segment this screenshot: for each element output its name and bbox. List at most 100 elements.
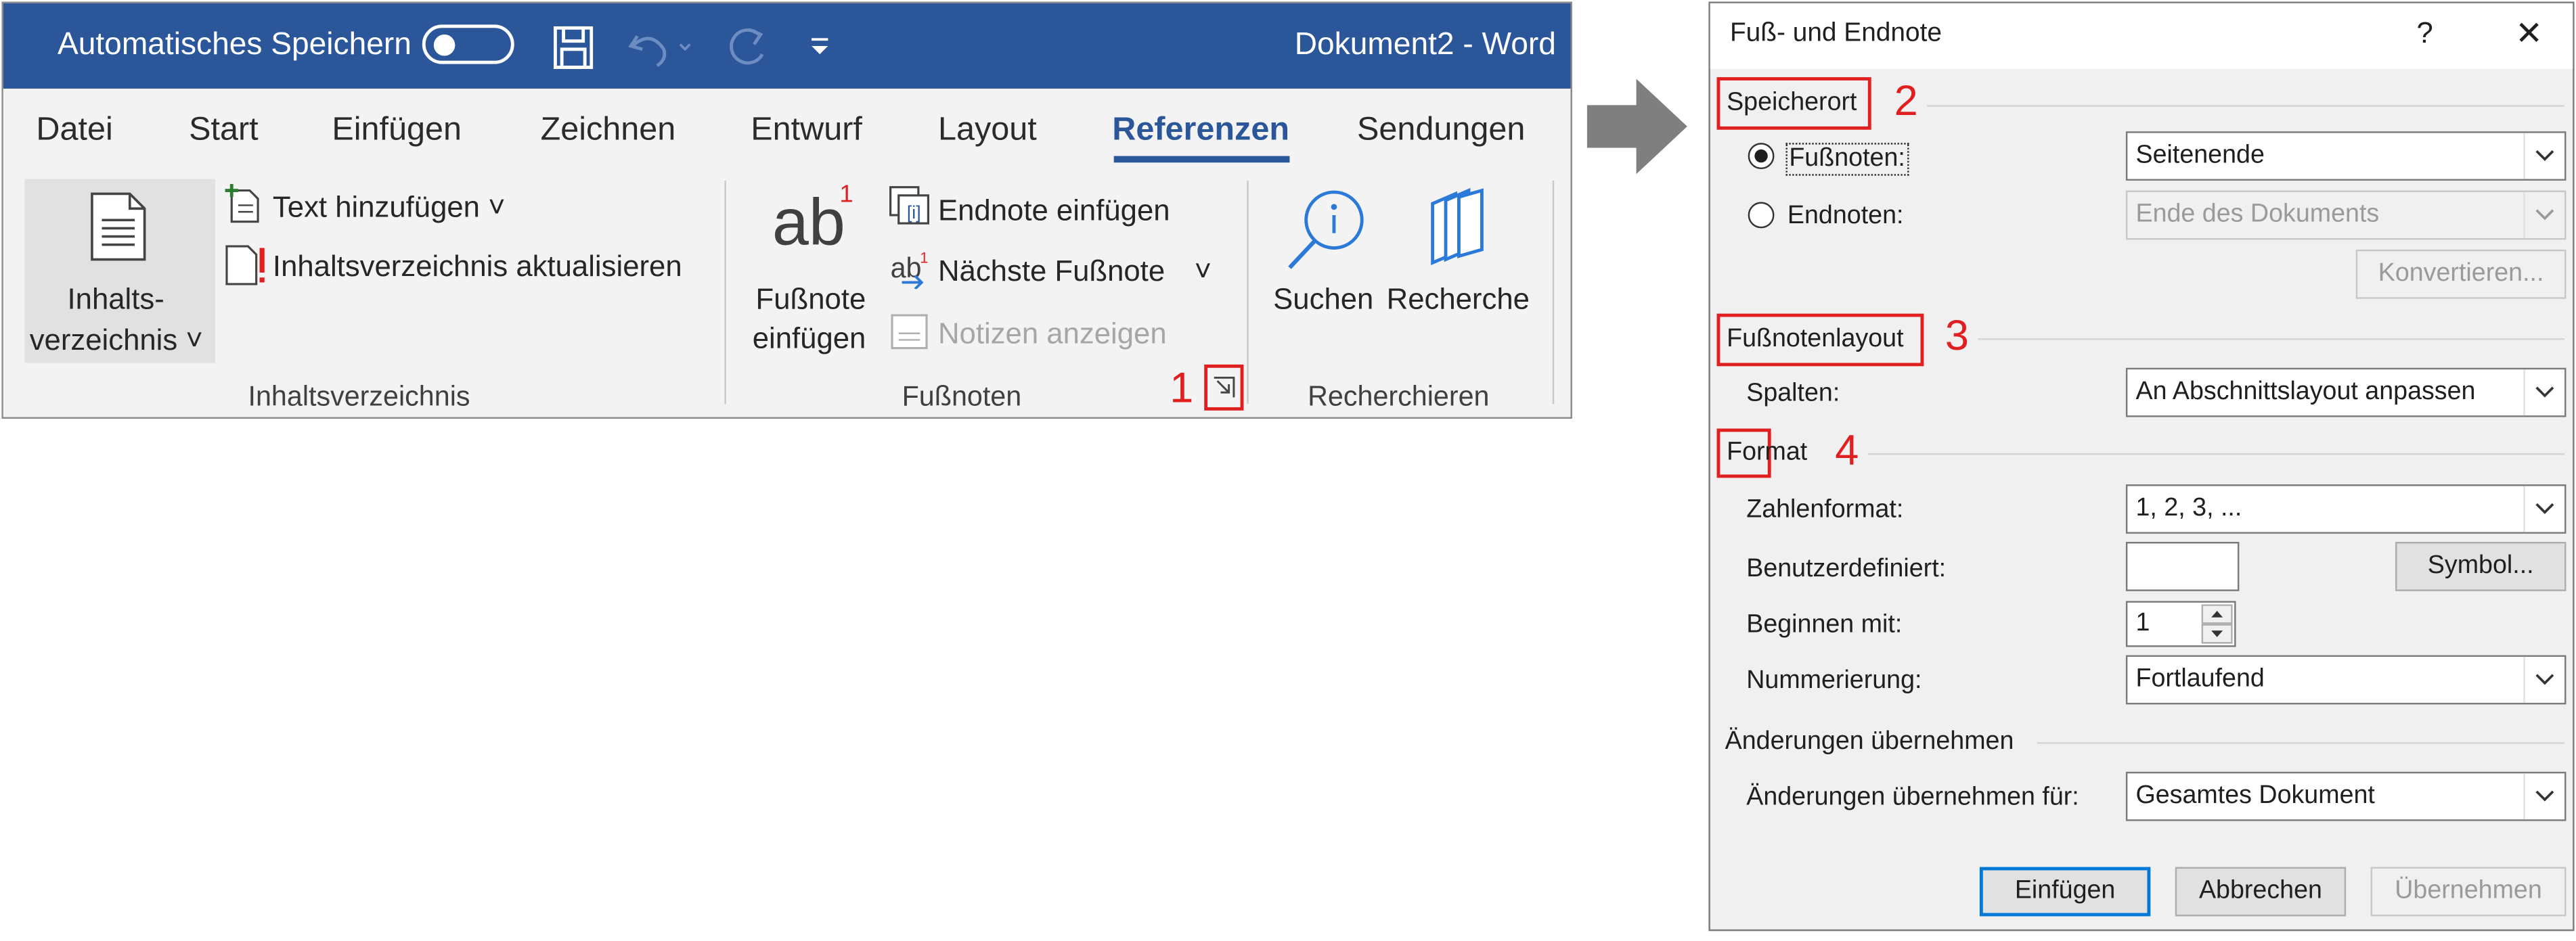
annotation-marker-3: 3	[1945, 310, 1970, 360]
redo-icon[interactable]	[726, 24, 772, 70]
undo-icon[interactable]	[627, 26, 693, 69]
chevron-down-icon	[2523, 133, 2554, 179]
title-bar: Automatisches Speichern Dokument2 - Word	[3, 3, 1571, 89]
annotation-marker-1: 1	[1170, 363, 1194, 413]
tab-start[interactable]: Start	[189, 112, 259, 150]
show-notes-button[interactable]: Notizen anzeigen	[938, 317, 1167, 351]
group-separator	[1552, 181, 1555, 405]
endnotes-radio[interactable]	[1748, 202, 1775, 229]
insert-endnote-button[interactable]: Endnote einfügen	[938, 193, 1170, 228]
svg-text:1: 1	[920, 250, 928, 266]
toc-group-label: Inhaltsverzeichnis	[248, 381, 470, 413]
autosave-label: Automatisches Speichern	[57, 28, 412, 63]
insert-button[interactable]: Einfügen	[1979, 867, 2151, 917]
number-format-select[interactable]: 1, 2, 3, ...	[2125, 484, 2567, 534]
tab-sendungen[interactable]: Sendungen	[1357, 112, 1525, 150]
tab-einfuegen[interactable]: Einfügen	[332, 112, 462, 150]
section-divider	[1867, 453, 2565, 455]
number-format-label: Zahlenformat:	[1746, 496, 1904, 524]
section-divider	[1978, 338, 2565, 340]
next-footnote-button[interactable]: Nächste Fußnote	[938, 254, 1165, 289]
format-heading: Format	[1727, 438, 1808, 467]
spin-arrows-icon[interactable]	[2201, 604, 2233, 644]
update-toc-button[interactable]: Inhaltsverzeichnis aktualisieren	[273, 250, 682, 284]
next-footnote-icon: ab 1	[891, 250, 928, 290]
symbol-button[interactable]: Symbol...	[2395, 542, 2567, 591]
tab-datei[interactable]: Datei	[36, 112, 112, 150]
researcher-label: Recherche	[1386, 282, 1530, 316]
footnotes-radio[interactable]	[1748, 143, 1775, 170]
update-toc-icon	[225, 245, 265, 285]
autosave-toggle[interactable]	[422, 24, 514, 64]
columns-value: An Abschnittslayout anpassen	[2135, 377, 2476, 406]
tab-entwurf[interactable]: Entwurf	[751, 112, 862, 150]
numbering-select[interactable]: Fortlaufend	[2125, 655, 2567, 705]
cancel-button[interactable]: Abbrechen	[2175, 867, 2347, 917]
footnotes-radio-label[interactable]: Fußnoten:	[1785, 143, 1909, 176]
insert-footnote-line1: Fußnote	[755, 282, 866, 316]
endnotes-radio-label[interactable]: Endnoten:	[1787, 202, 1904, 232]
toc-button[interactable]: Inhalts- verzeichnis ˅	[24, 179, 215, 363]
endnotes-position-select[interactable]: Ende des Dokuments	[2125, 190, 2567, 240]
insert-footnote-line2: einfügen	[752, 321, 866, 355]
customize-quick-access-icon[interactable]	[808, 36, 831, 59]
start-at-label: Beginnen mit:	[1746, 610, 1903, 639]
group-separator	[724, 181, 726, 405]
footnote-layout-heading: Fußnotenlayout	[1727, 325, 1904, 353]
numbering-label: Nummerierung:	[1746, 666, 1922, 695]
numbering-value: Fortlaufend	[2135, 665, 2265, 693]
tab-layout[interactable]: Layout	[938, 112, 1037, 150]
research-group-label: Recherchieren	[1308, 381, 1490, 413]
start-at-stepper[interactable]: 1	[2125, 601, 2236, 647]
next-footnote-dropdown[interactable]: ˅	[1195, 254, 1212, 289]
footnote-endnote-dialog: Fuß- und Endnote ? ✕ Speicherort 2 Fußno…	[1708, 1, 2575, 932]
arrow-right-icon	[1586, 78, 1687, 175]
tab-referenzen[interactable]: Referenzen	[1112, 112, 1289, 150]
apply-button[interactable]: Übernehmen	[2370, 867, 2567, 917]
svg-text:[i]: [i]	[907, 202, 921, 223]
convert-button[interactable]: Konvertieren...	[2355, 249, 2567, 299]
ribbon: Inhalts- verzeichnis ˅ Text hinzufügen ˅…	[3, 170, 1571, 417]
number-format-value: 1, 2, 3, ...	[2135, 494, 2242, 522]
help-icon[interactable]: ?	[2417, 16, 2433, 51]
save-icon[interactable]	[554, 26, 594, 69]
group-separator	[1247, 181, 1249, 405]
footnote-superscript: 1	[839, 181, 853, 209]
researcher-button[interactable]: Recherche	[1383, 177, 1534, 361]
toc-label-line1: Inhalts-	[67, 282, 164, 316]
annotation-marker-2: 2	[1894, 75, 1918, 125]
search-button[interactable]: Suchen	[1268, 177, 1380, 361]
apply-to-value: Gesamtes Dokument	[2135, 781, 2375, 810]
chevron-down-icon	[2523, 486, 2554, 532]
custom-mark-label: Benutzerdefiniert:	[1746, 555, 1947, 583]
columns-select[interactable]: An Abschnittslayout anpassen	[2125, 367, 2567, 417]
annotation-marker-4: 4	[1835, 425, 1859, 475]
close-icon[interactable]: ✕	[2515, 13, 2543, 54]
ribbon-tabs: Datei Start Einfügen Zeichnen Entwurf La…	[3, 89, 1571, 171]
tab-zeichnen[interactable]: Zeichnen	[541, 112, 676, 150]
section-divider	[1927, 105, 2565, 107]
start-at-value: 1	[2135, 609, 2150, 637]
endnotes-position-value: Ende des Dokuments	[2135, 200, 2380, 229]
custom-mark-input[interactable]	[2125, 542, 2240, 591]
chevron-down-icon	[2523, 369, 2554, 416]
chevron-down-icon	[2523, 656, 2554, 703]
selected-tab-indicator	[1113, 156, 1290, 163]
location-heading: Speicherort	[1727, 89, 1857, 117]
apply-to-select[interactable]: Gesamtes Dokument	[2125, 771, 2567, 821]
apply-changes-heading: Änderungen übernehmen	[1725, 727, 2014, 756]
footnotes-position-select[interactable]: Seitenende	[2125, 131, 2567, 181]
insert-endnote-icon: [i]	[889, 186, 930, 225]
footnotes-position-value: Seitenende	[2135, 141, 2265, 170]
search-icon	[1288, 190, 1364, 269]
toc-label-line2: verzeichnis ˅	[29, 323, 203, 357]
chevron-down-icon	[2523, 191, 2554, 238]
insert-footnote-button[interactable]: ab 1 Fußnote einfügen	[746, 177, 884, 361]
show-notes-icon	[891, 314, 928, 350]
word-window: Automatisches Speichern Dokument2 - Word…	[1, 1, 1572, 419]
footnote-icon: ab	[772, 187, 845, 260]
table-of-contents-icon	[91, 192, 146, 261]
dialog-title: Fuß- und Endnote	[1729, 20, 1942, 48]
add-text-button[interactable]: Text hinzufügen ˅	[273, 191, 506, 225]
dialog-launcher-icon[interactable]	[1212, 376, 1235, 399]
